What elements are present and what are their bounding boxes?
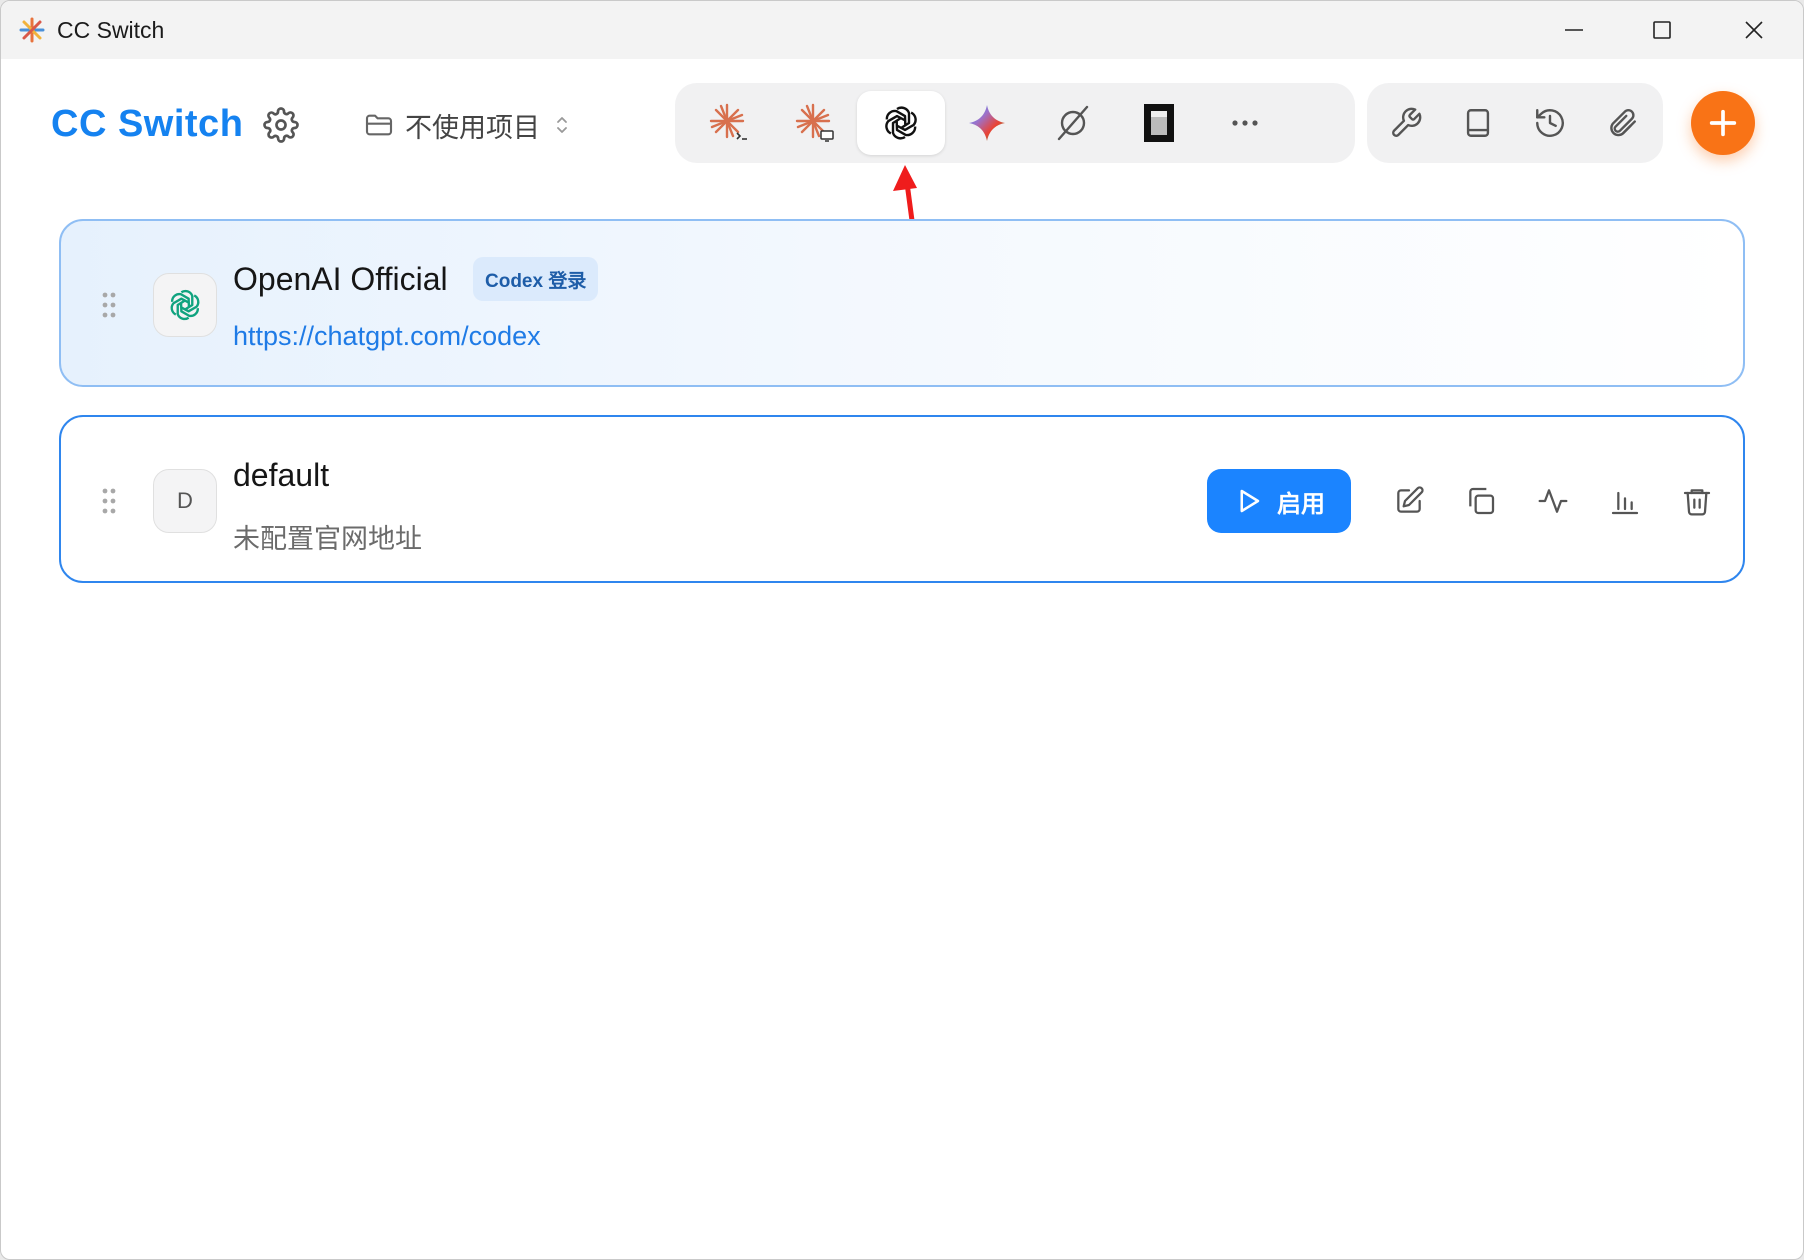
close-icon [1745, 21, 1763, 39]
tab-terminal-app[interactable] [1115, 91, 1203, 155]
folder-icon [365, 114, 393, 136]
tab-claude-code[interactable] [685, 91, 773, 155]
provider-badge: Codex 登录 [473, 257, 599, 301]
provider-subtitle: 未配置官网地址 [233, 524, 422, 554]
provider-url-link[interactable]: https://chatgpt.com/codex [233, 321, 541, 352]
drag-handle-icon[interactable] [101, 291, 117, 319]
gear-icon[interactable] [263, 107, 299, 143]
brand-title: CC Switch [51, 103, 244, 145]
openai-icon [885, 106, 917, 140]
tab-claude-desktop[interactable] [771, 91, 859, 155]
terminal-app-icon [1144, 104, 1174, 142]
gemini-icon [969, 105, 1005, 141]
play-icon [1240, 489, 1260, 513]
window-title: CC Switch [57, 17, 165, 43]
activity-icon [1538, 489, 1568, 513]
paperclip-icon [1610, 109, 1636, 137]
claude-desktop-icon [795, 103, 834, 142]
plus-icon [1709, 109, 1737, 137]
claude-code-icon [709, 103, 747, 140]
bar-chart-icon [1611, 491, 1639, 515]
wrench-icon [1392, 107, 1422, 137]
provider-name: default [233, 457, 330, 493]
provider-name: OpenAI Official [233, 261, 448, 297]
drag-handle-icon[interactable] [101, 487, 117, 515]
delete-button[interactable] [1675, 479, 1719, 523]
maximize-icon [1653, 21, 1671, 39]
duplicate-button[interactable] [1459, 479, 1503, 523]
usage-stats-button[interactable] [1603, 479, 1647, 523]
tab-gemini[interactable] [943, 91, 1031, 155]
more-icon [1232, 120, 1258, 126]
tab-more[interactable] [1201, 91, 1289, 155]
provider-card-default[interactable]: D default 未配置官网地址 启用 [59, 415, 1745, 583]
close-button[interactable] [1711, 1, 1797, 59]
latency-test-button[interactable] [1531, 479, 1575, 523]
project-selector[interactable]: 不使用项目 [363, 103, 574, 147]
chevron-up-down-icon [557, 117, 567, 133]
title-bar: CC Switch [1, 1, 1803, 59]
maximize-button[interactable] [1619, 1, 1705, 59]
tools-button[interactable] [1373, 91, 1439, 155]
edit-icon [1397, 486, 1424, 513]
enable-label: 启用 [1277, 490, 1325, 518]
provider-avatar-letter: D [153, 469, 217, 533]
docs-button[interactable] [1445, 91, 1511, 155]
opencode-icon [1057, 105, 1089, 141]
history-icon [1536, 109, 1564, 137]
add-provider-button[interactable] [1691, 91, 1755, 155]
openai-icon [170, 289, 200, 321]
history-button[interactable] [1517, 91, 1583, 155]
project-label: 不使用项目 [405, 112, 540, 143]
book-icon [1466, 109, 1490, 137]
toolbar [1367, 83, 1663, 163]
attachments-button[interactable] [1589, 91, 1655, 155]
trash-icon [1683, 489, 1711, 516]
copy-icon [1469, 487, 1495, 515]
app-logo-icon [19, 17, 45, 43]
edit-button[interactable] [1387, 479, 1431, 523]
app-window: CC Switch CC Switch 不使用项目 OpenAI Officia… [0, 0, 1804, 1260]
tab-opencode[interactable] [1029, 91, 1117, 155]
minimize-button[interactable] [1531, 1, 1617, 59]
provider-avatar [153, 273, 217, 337]
tab-codex[interactable] [857, 91, 945, 155]
enable-button[interactable]: 启用 [1207, 469, 1351, 533]
app-tabs [675, 83, 1355, 163]
provider-card-openai-official[interactable]: OpenAI Official Codex 登录 https://chatgpt… [59, 219, 1745, 387]
minimize-icon [1565, 29, 1583, 31]
